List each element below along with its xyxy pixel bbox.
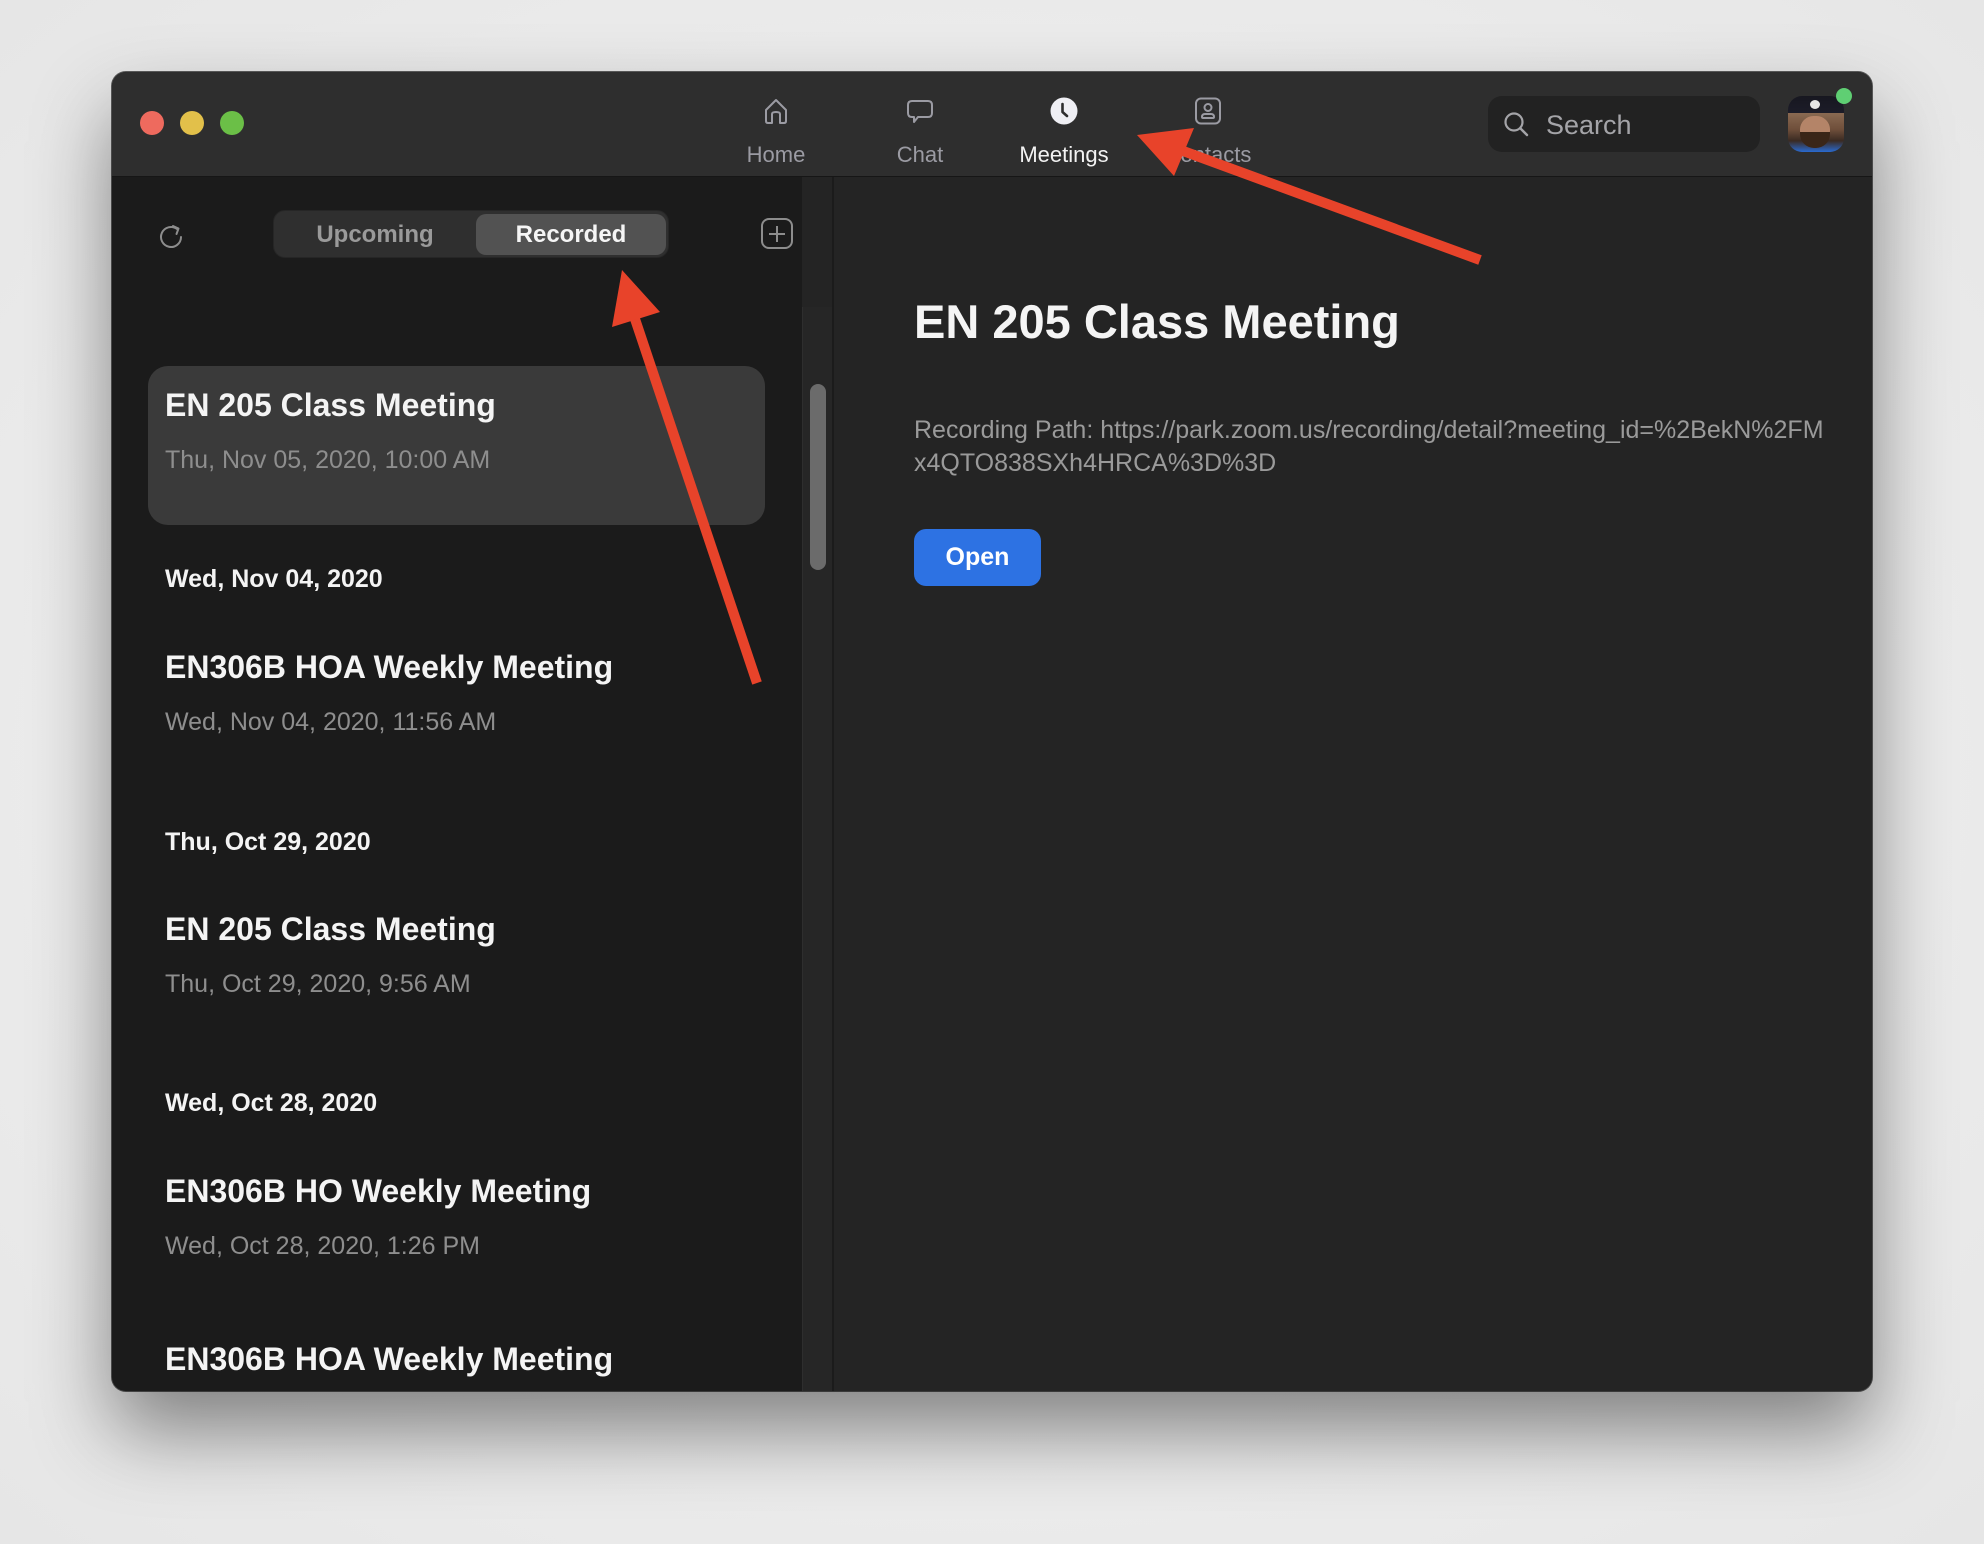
date-group-header: Wed, Nov 04, 2020 [165,565,383,593]
meeting-list-item[interactable]: EN306B HOA Weekly Meeting Wed, Oct 28, 2… [148,1320,765,1391]
meeting-list-item[interactable]: EN306B HO Weekly Meeting Wed, Oct 28, 20… [148,1152,765,1311]
date-group-header: Wed, Oct 28, 2020 [165,1089,378,1117]
meeting-datetime: Wed, Nov 04, 2020, 11:56 AM [165,708,497,736]
nav-label-contacts: Contacts [1164,142,1252,167]
recording-detail-pane: EN 205 Class Meeting Recording Path: htt… [834,177,1872,1391]
clock-icon [1050,97,1078,125]
meeting-list-item[interactable]: EN 205 Class Meeting Thu, Nov 05, 2020, … [148,366,765,525]
contact-card-icon [1195,97,1221,125]
nav-label-home: Home [746,142,806,167]
search-input[interactable] [1544,96,1748,154]
nav-tab-home[interactable]: Home [716,88,836,168]
maximize-window-button[interactable] [220,111,244,135]
zoom-app-window: Home Chat Meetings Contacts Search Upcom… [112,72,1872,1391]
meeting-datetime: Thu, Nov 05, 2020, 10:00 AM [165,446,491,474]
close-window-button[interactable] [140,111,164,135]
meeting-title: EN306B HOA Weekly Meeting [165,1341,614,1377]
recorded-meetings-list: EN 205 Class Meeting Thu, Nov 05, 2020, … [112,177,802,1391]
online-status-badge [1836,88,1852,104]
recording-title: EN 205 Class Meeting [914,295,1400,348]
list-scrollbar-thumb[interactable] [810,384,826,570]
meeting-title: EN 205 Class Meeting [165,387,496,423]
meeting-title: EN306B HOA Weekly Meeting [165,649,614,685]
nav-label-chat: Chat [896,142,944,167]
nav-label-meetings: Meetings [1019,142,1109,167]
title-bar: Home Chat Meetings Contacts [112,72,1872,177]
meeting-list-item[interactable]: EN306B HOA Weekly Meeting Wed, Nov 04, 2… [148,628,765,787]
avatar-beard [1800,132,1830,148]
home-icon [765,99,787,124]
search-box[interactable] [1488,96,1760,154]
search-icon [1504,112,1529,137]
meeting-title: EN306B HO Weekly Meeting [165,1173,592,1209]
nav-tab-meetings[interactable]: Meetings [1004,88,1124,168]
nav-tab-contacts[interactable]: Contacts [1148,88,1268,168]
avatar-hat-detail [1810,100,1820,109]
meeting-list-item[interactable]: EN 205 Class Meeting Thu, Oct 29, 2020, … [148,890,765,1049]
minimize-window-button[interactable] [180,111,204,135]
open-recording-button[interactable]: Open [914,529,1041,586]
meeting-title: EN 205 Class Meeting [165,911,496,947]
recording-path: Recording Path: https://park.zoom.us/rec… [914,414,1834,480]
profile-avatar[interactable] [1788,96,1844,152]
nav-tab-chat[interactable]: Chat [860,88,980,168]
date-group-header: Thu, Oct 29, 2020 [165,828,371,856]
meeting-datetime: Thu, Oct 29, 2020, 9:56 AM [165,970,471,998]
meeting-datetime: Wed, Oct 28, 2020, 1:26 PM [165,1232,480,1260]
meetings-sidebar: Upcoming Recorded EN 205 Class Meeting T… [112,177,833,1391]
chat-bubble-icon [907,100,933,123]
recording-path-label: Recording Path: [914,416,1094,444]
